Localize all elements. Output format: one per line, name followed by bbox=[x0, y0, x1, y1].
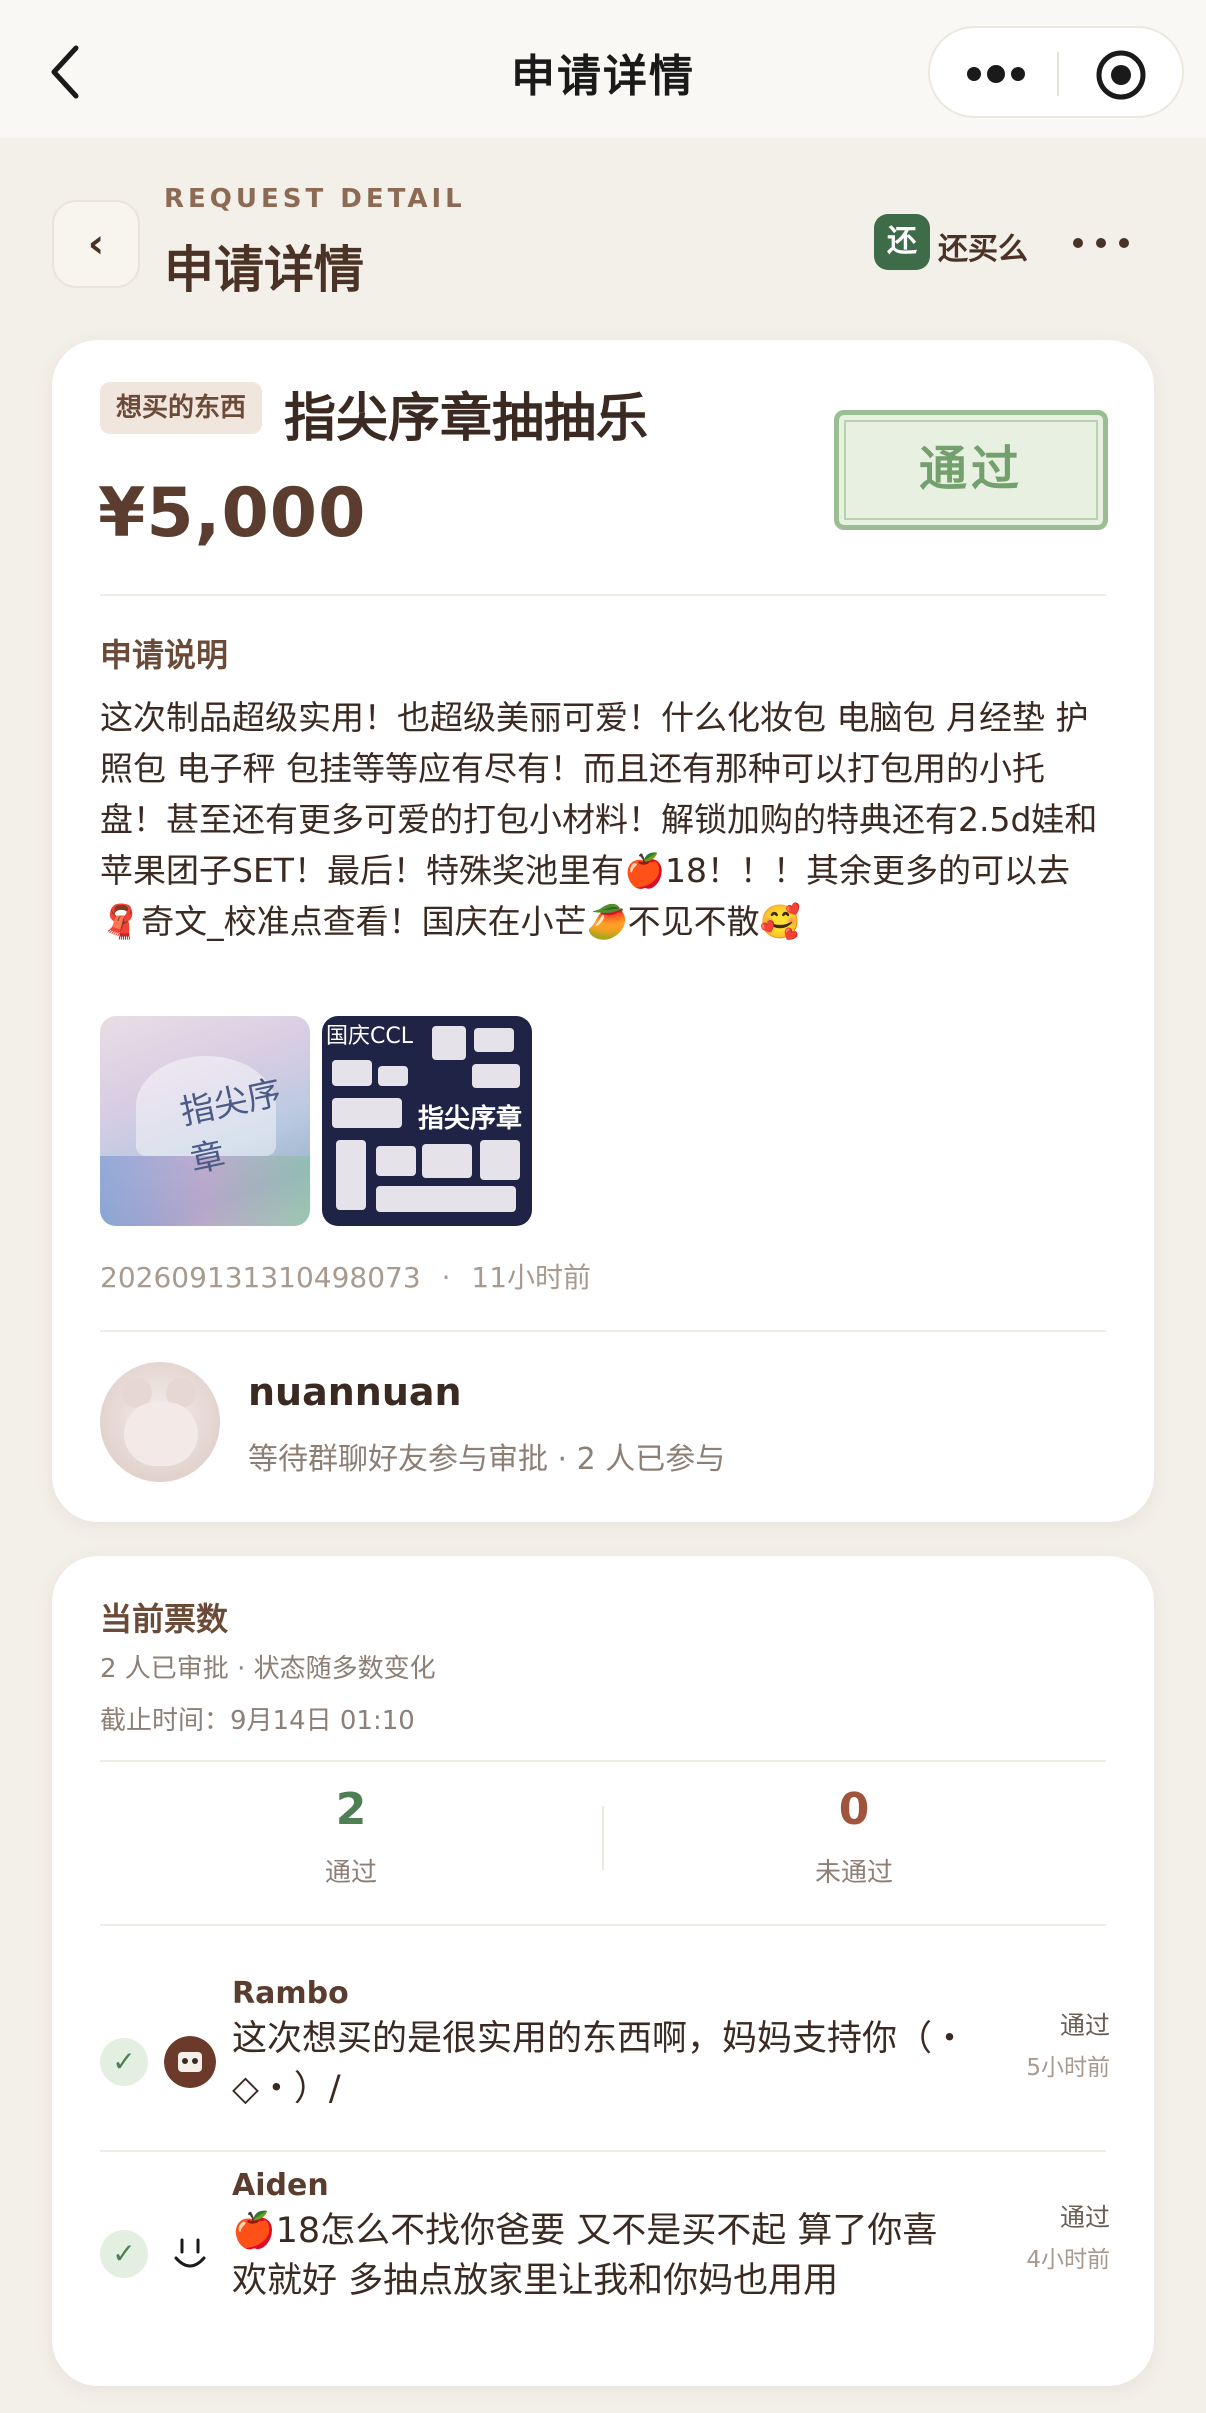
divider bbox=[100, 1330, 1106, 1332]
approve-label: 通过 bbox=[324, 1858, 377, 1888]
vote-status: 通过 bbox=[1059, 2203, 1110, 2232]
top-navigation-bar: 申请详情 bbox=[0, 0, 1206, 138]
request-card: 想买的东西 指尖序章抽抽乐 ¥5,000 通过 申请说明 这次制品超级实用！也超… bbox=[52, 340, 1154, 1522]
more-dots-icon[interactable] bbox=[964, 58, 1028, 90]
votes-deadline: 截止时间：9月14日 01:10 bbox=[100, 1706, 415, 1736]
vote-time: 5小时前 bbox=[1026, 2055, 1110, 2081]
vote-row: ✓ Aiden 🍎18怎么不找你爸要 又不是买不起 算了你喜欢就好 多抽点放家里… bbox=[100, 2168, 1110, 2352]
page-title: 申请详情 bbox=[164, 241, 364, 299]
product-icon bbox=[472, 1064, 520, 1088]
check-icon: ✓ bbox=[100, 2230, 148, 2278]
voter-name: Aiden bbox=[232, 2168, 329, 2203]
product-icon bbox=[376, 1186, 516, 1212]
image-title-text: 指尖序章 bbox=[418, 1104, 523, 1134]
app-name: 还买么 bbox=[938, 232, 1028, 267]
request-time: 11小时前 bbox=[471, 1261, 592, 1294]
applicant-avatar bbox=[100, 1362, 220, 1482]
reject-label: 未通过 bbox=[814, 1858, 893, 1888]
description-label: 申请说明 bbox=[100, 636, 229, 674]
app-logo-icon: 还 bbox=[874, 214, 930, 270]
attachment-image-2[interactable]: 国庆CCL 指尖序章 bbox=[322, 1016, 532, 1226]
request-id: 20260913131049807​3 bbox=[100, 1261, 421, 1294]
miniprogram-capsule bbox=[928, 26, 1184, 118]
vote-comment: 🍎18怎么不找你爸要 又不是买不起 算了你喜欢就好 多抽点放家里让我和你妈也用用 bbox=[232, 2211, 938, 2301]
item-price: ¥5,000 bbox=[98, 474, 367, 553]
voter-avatar bbox=[164, 2228, 216, 2280]
product-icon bbox=[332, 1098, 402, 1128]
divider bbox=[100, 2150, 1106, 2152]
product-icon bbox=[378, 1066, 408, 1086]
divider bbox=[100, 1760, 1106, 1762]
meta-separator: · bbox=[441, 1261, 451, 1294]
qr-code-icon bbox=[432, 1026, 466, 1060]
product-icon bbox=[474, 1028, 514, 1052]
votes-title: 当前票数 bbox=[100, 1600, 229, 1638]
divider bbox=[100, 594, 1106, 596]
capsule-divider bbox=[1057, 52, 1059, 96]
votes-card: 当前票数 2 人已审批 · 状态随多数变化 截止时间：9月14日 01:10 2… bbox=[52, 1556, 1154, 2386]
category-tag: 想买的东西 bbox=[100, 382, 263, 434]
product-icon bbox=[480, 1140, 520, 1180]
vote-comment: 这次想买的是很实用的东西啊，妈妈支持你（・◇・）/ bbox=[232, 2019, 968, 2109]
avatar-face bbox=[124, 1402, 198, 1466]
product-icon bbox=[332, 1060, 372, 1086]
count-divider bbox=[602, 1806, 604, 1870]
check-icon: ✓ bbox=[100, 2038, 148, 2086]
header-back-button[interactable]: ‹ bbox=[52, 200, 140, 288]
header-subtitle: REQUEST DETAIL bbox=[164, 184, 466, 214]
request-meta: 20260913131049807​3 · 11小时前 bbox=[100, 1256, 591, 1296]
product-icon bbox=[376, 1146, 416, 1176]
votes-subtitle: 2 人已审批 · 状态随多数变化 bbox=[100, 1654, 436, 1684]
attachment-image-1[interactable]: 指尖序章 bbox=[100, 1016, 310, 1226]
item-title: 指尖序章抽抽乐 bbox=[284, 389, 649, 449]
vote-status: 通过 bbox=[1059, 2011, 1110, 2040]
applicant-name: nuannuan bbox=[248, 1370, 462, 1414]
voter-name: Rambo bbox=[232, 1976, 349, 2011]
approved-stamp: 通过 bbox=[834, 410, 1108, 530]
product-icon bbox=[336, 1140, 366, 1210]
vote-time: 4小时前 bbox=[1026, 2247, 1110, 2273]
reject-count: 0 bbox=[838, 1784, 870, 1835]
header-more-icon[interactable] bbox=[1070, 230, 1132, 256]
close-miniprogram-icon[interactable] bbox=[1094, 48, 1148, 102]
approve-count: 2 bbox=[335, 1784, 367, 1835]
vote-row: ✓ Rambo 这次想买的是很实用的东西啊，妈妈支持你（・◇・）/ 通过 5小时… bbox=[100, 1976, 1110, 2160]
product-icon bbox=[422, 1144, 472, 1178]
description-text: 这次制品超级实用！也超级美丽可爱！什么化妆包 电脑包 月经垫 护照包 电子秤 包… bbox=[100, 698, 1098, 941]
applicant-status: 等待群聊好友参与审批 · 2 人已参与 bbox=[248, 1442, 726, 1477]
divider bbox=[100, 1924, 1106, 1926]
image-header-text: 国庆CCL bbox=[326, 1024, 413, 1049]
voter-avatar bbox=[164, 2036, 216, 2088]
